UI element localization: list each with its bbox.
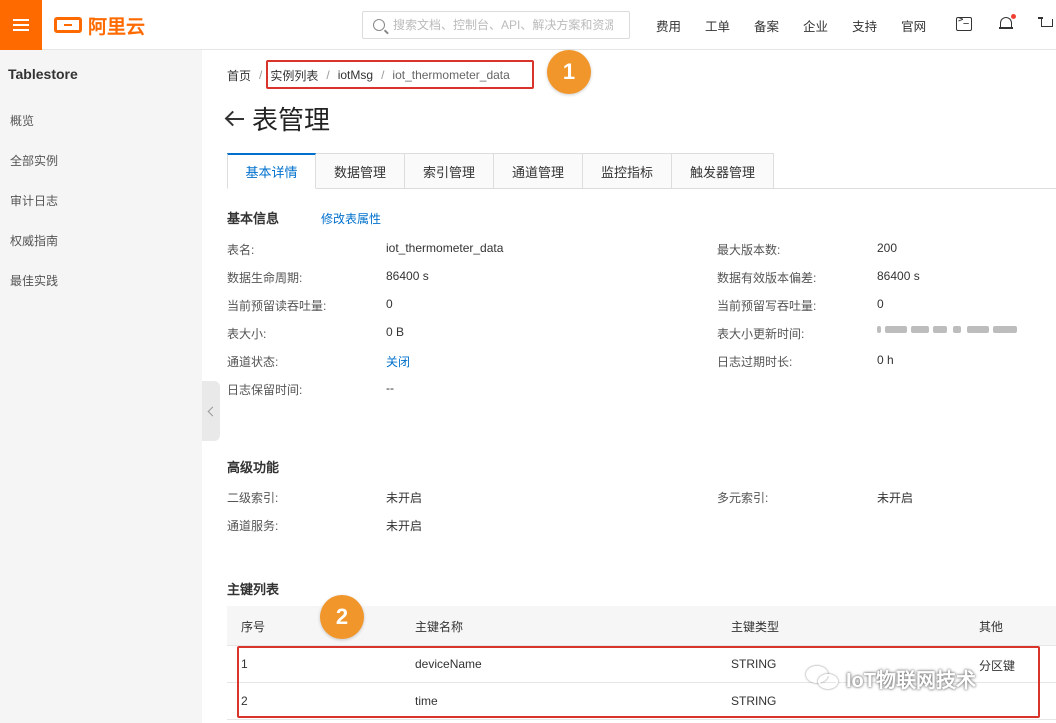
logo-icon: [54, 17, 82, 33]
nav-official-site[interactable]: 官网: [901, 16, 926, 35]
column-header-no: 序号: [241, 620, 266, 634]
label-version-offset: 数据有效版本偏差:: [717, 271, 817, 285]
value-tunnel-status-link[interactable]: 关闭: [386, 353, 410, 370]
primary-key-title: 主键列表: [227, 582, 280, 597]
column-header-name: 主键名称: [415, 620, 464, 634]
annotation-marker-2: 2: [320, 595, 364, 639]
page-title: 表管理: [252, 105, 331, 135]
label-tunnel-service: 通道服务:: [227, 519, 279, 533]
terminal-icon[interactable]: [956, 15, 972, 31]
value-tunnel-service: 未开启: [386, 519, 423, 533]
column-header-other: 其他: [979, 620, 1004, 634]
value-version-offset: 86400 s: [877, 269, 920, 283]
value-log-retention: --: [386, 381, 394, 395]
value-ttl: 86400 s: [386, 269, 429, 283]
nav-icp[interactable]: 备案: [754, 16, 779, 35]
label-log-expire: 日志过期时长:: [717, 355, 793, 369]
value-max-versions: 200: [877, 241, 898, 255]
breadcrumb-home[interactable]: 首页: [227, 67, 251, 84]
sidebar-item-overview[interactable]: 概览: [10, 112, 34, 129]
watermark: IoT物联网技术: [806, 664, 976, 693]
basic-info-title: 基本信息: [227, 211, 280, 226]
top-navbar: 阿里云 费用 工单 备案 企业 支持 官网: [0, 0, 1056, 50]
sidebar-title: Tablestore: [8, 66, 78, 82]
bell-icon[interactable]: [999, 14, 1016, 31]
value-log-expire: 0 h: [877, 353, 894, 367]
sidebar-item-all-instances[interactable]: 全部实例: [10, 152, 58, 169]
aliyun-logo[interactable]: 阿里云: [54, 14, 146, 38]
search-icon: [373, 19, 385, 31]
value-reserved-read: 0: [386, 297, 393, 311]
sidebar-item-best-practice[interactable]: 最佳实践: [10, 272, 58, 289]
chevron-left-icon: [207, 406, 218, 416]
search-box[interactable]: [362, 11, 630, 39]
value-reserved-write: 0: [877, 297, 884, 311]
nav-ticket[interactable]: 工单: [705, 16, 730, 35]
label-tunnel-status: 通道状态:: [227, 355, 279, 369]
watermark-text: IoT物联网技术: [846, 670, 976, 692]
value-secondary-index: 未开启: [386, 491, 423, 505]
tab-monitoring[interactable]: 监控指标: [583, 153, 672, 189]
edit-table-attributes-link[interactable]: 修改表属性: [321, 210, 381, 227]
label-ttl: 数据生命周期:: [227, 271, 303, 285]
sidebar: Tablestore 概览 全部实例 审计日志 权威指南 最佳实践: [0, 50, 202, 723]
page-header: 表管理: [224, 100, 330, 137]
nav-billing[interactable]: 费用: [656, 16, 681, 35]
tab-index-management[interactable]: 索引管理: [405, 153, 494, 189]
annotation-marker-1: 1: [547, 50, 591, 94]
sidebar-item-audit-log[interactable]: 审计日志: [10, 192, 58, 209]
cart-icon[interactable]: [1038, 17, 1056, 33]
advanced-title: 高级功能: [227, 460, 280, 475]
sidebar-collapse-handle[interactable]: [202, 381, 220, 441]
tab-trigger-management[interactable]: 触发器管理: [672, 153, 774, 189]
back-arrow-icon[interactable]: [224, 110, 246, 128]
value-size-update-time-blurred: [877, 323, 1017, 337]
nav-enterprise[interactable]: 企业: [803, 16, 828, 35]
top-nav: 费用 工单 备案 企业 支持 官网: [656, 0, 950, 50]
logo-text: 阿里云: [88, 16, 146, 38]
tab-bar: 基本详情 数据管理 索引管理 通道管理 监控指标 触发器管理: [227, 153, 774, 189]
label-log-retention: 日志保留时间:: [227, 383, 303, 397]
label-max-versions: 最大版本数:: [717, 243, 781, 257]
label-secondary-index: 二级索引:: [227, 491, 279, 505]
label-table-name: 表名:: [227, 243, 255, 257]
value-table-name: iot_thermometer_data: [386, 241, 504, 255]
label-search-index: 多元索引:: [717, 491, 769, 505]
label-reserved-write: 当前预留写吞吐量:: [717, 299, 817, 313]
label-size-update-time: 表大小更新时间:: [717, 327, 805, 341]
search-input[interactable]: [393, 18, 613, 32]
column-header-type: 主键类型: [731, 620, 780, 634]
nav-support[interactable]: 支持: [852, 16, 877, 35]
sidebar-item-guide[interactable]: 权威指南: [10, 232, 58, 249]
label-table-size: 表大小:: [227, 327, 267, 341]
tab-tunnel-management[interactable]: 通道管理: [494, 153, 583, 189]
tab-data-management[interactable]: 数据管理: [316, 153, 405, 189]
label-reserved-read: 当前预留读吞吐量:: [227, 299, 327, 313]
value-table-size: 0 B: [386, 325, 405, 339]
wechat-icon: [806, 665, 840, 692]
value-search-index: 未开启: [877, 491, 914, 505]
breadcrumb-highlight-box: [266, 60, 534, 89]
menu-icon[interactable]: [0, 0, 42, 50]
tab-basic-details[interactable]: 基本详情: [227, 153, 316, 189]
